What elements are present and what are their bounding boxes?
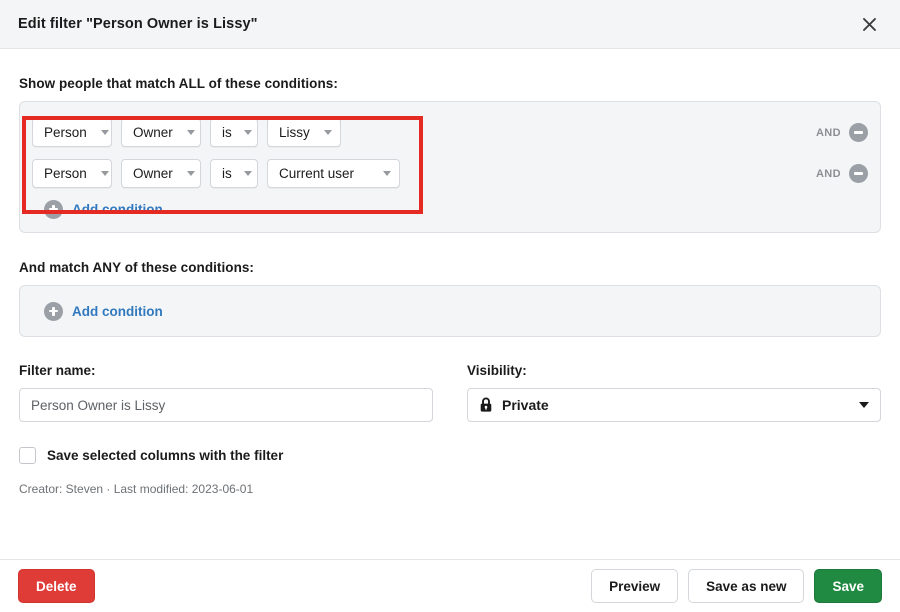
condition-operator-label: is (222, 125, 232, 140)
condition-value-label: Lissy (279, 125, 310, 140)
visibility-label: Visibility: (467, 363, 881, 378)
save-columns-checkbox-row[interactable]: Save selected columns with the filter (19, 447, 283, 464)
footer-actions: Preview Save as new Save (591, 569, 882, 603)
condition-object-label: Person (44, 166, 87, 181)
condition-field-dropdown[interactable]: Owner (121, 159, 201, 188)
remove-condition-button[interactable] (849, 164, 868, 183)
filter-name-field-group: Filter name: (19, 363, 433, 422)
conjunction-label: AND (816, 168, 841, 180)
condition-object-dropdown[interactable]: Person (32, 118, 112, 147)
chevron-down-icon (324, 130, 332, 135)
add-condition-all-button[interactable]: Add condition (32, 194, 163, 224)
condition-field-label: Owner (133, 125, 173, 140)
condition-row: Person Owner is Current user AND (32, 153, 868, 194)
save-columns-label: Save selected columns with the filter (47, 448, 283, 463)
plus-circle-icon (44, 200, 63, 219)
all-conditions-panel: Person Owner is Lissy AND (19, 101, 881, 233)
conjunction-label: AND (816, 127, 841, 139)
chevron-down-icon (101, 171, 109, 176)
condition-operator-dropdown[interactable]: is (210, 118, 258, 147)
close-icon[interactable] (856, 11, 882, 37)
save-as-new-button[interactable]: Save as new (688, 569, 804, 603)
minus-icon (854, 172, 863, 174)
save-button[interactable]: Save (814, 569, 882, 603)
dialog-footer: Delete Preview Save as new Save (0, 559, 900, 612)
condition-value-dropdown[interactable]: Lissy (267, 118, 341, 147)
condition-row-tail: AND (816, 164, 868, 183)
save-columns-checkbox[interactable] (19, 447, 36, 464)
condition-field-label: Owner (133, 166, 173, 181)
condition-operator-dropdown[interactable]: is (210, 159, 258, 188)
filter-name-input[interactable] (19, 388, 433, 422)
chevron-down-icon (859, 402, 869, 408)
dialog-title: Edit filter "Person Owner is Lissy" (18, 16, 258, 32)
preview-button[interactable]: Preview (591, 569, 678, 603)
filter-name-label: Filter name: (19, 363, 433, 378)
chevron-down-icon (244, 130, 252, 135)
minus-icon (854, 131, 863, 133)
chevron-down-icon (187, 171, 195, 176)
any-conditions-heading: And match ANY of these conditions: (19, 260, 881, 275)
condition-value-label: Current user (279, 166, 354, 181)
condition-chips: Person Owner is Current user (32, 159, 400, 188)
fields-row: Filter name: Visibility: Private (19, 363, 881, 422)
close-glyph (861, 16, 878, 33)
dialog-body: Show people that match ALL of these cond… (0, 76, 900, 496)
add-condition-any-button[interactable]: Add condition (32, 300, 163, 322)
condition-value-dropdown[interactable]: Current user (267, 159, 400, 188)
any-conditions-panel: Add condition (19, 285, 881, 337)
lock-icon (479, 397, 493, 413)
chevron-down-icon (383, 171, 391, 176)
chevron-down-icon (187, 130, 195, 135)
condition-chips: Person Owner is Lissy (32, 118, 341, 147)
condition-object-label: Person (44, 125, 87, 140)
condition-operator-label: is (222, 166, 232, 181)
condition-field-dropdown[interactable]: Owner (121, 118, 201, 147)
delete-button[interactable]: Delete (18, 569, 95, 603)
visibility-value: Private (502, 397, 549, 413)
chevron-down-icon (244, 171, 252, 176)
plus-circle-icon (44, 302, 63, 321)
condition-object-dropdown[interactable]: Person (32, 159, 112, 188)
remove-condition-button[interactable] (849, 123, 868, 142)
add-condition-label: Add condition (72, 202, 163, 217)
all-conditions-heading: Show people that match ALL of these cond… (19, 76, 881, 91)
filter-meta-text: Creator: Steven · Last modified: 2023-06… (19, 482, 881, 496)
chevron-down-icon (101, 130, 109, 135)
visibility-dropdown[interactable]: Private (467, 388, 881, 422)
visibility-field-group: Visibility: Private (467, 363, 881, 422)
dialog-header: Edit filter "Person Owner is Lissy" (0, 0, 900, 49)
condition-row: Person Owner is Lissy AND (32, 112, 868, 153)
condition-row-tail: AND (816, 123, 868, 142)
add-condition-label: Add condition (72, 304, 163, 319)
